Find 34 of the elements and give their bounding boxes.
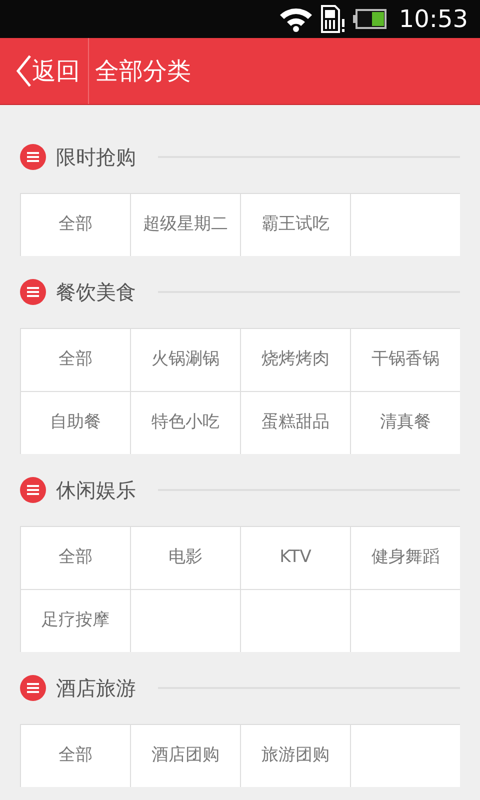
category-item[interactable]: 干锅香锅	[351, 329, 460, 391]
sim-card-icon	[320, 5, 345, 33]
category-item[interactable]: KTV	[241, 527, 350, 589]
category-item[interactable]: 旅游团购	[241, 725, 350, 787]
category-item[interactable]: 全部	[21, 329, 130, 391]
battery-icon	[352, 9, 387, 29]
page-title: 全部分类	[94, 56, 191, 87]
category-item[interactable]: 特色小吃	[131, 392, 240, 454]
category-item[interactable]: 蛋糕甜品	[241, 392, 350, 454]
section-title: 餐饮美食	[56, 279, 136, 306]
category-item[interactable]: 火锅涮锅	[131, 329, 240, 391]
list-icon	[20, 675, 46, 701]
back-button[interactable]: 返回	[0, 38, 88, 104]
section-title: 休闲娱乐	[56, 477, 136, 504]
category-item[interactable]: 自助餐	[21, 392, 130, 454]
section-title: 限时抢购	[56, 144, 136, 171]
category-item[interactable]: 超级星期二	[131, 194, 240, 256]
category-item[interactable]: 全部	[21, 725, 130, 787]
category-item[interactable]: 酒店团购	[131, 725, 240, 787]
category-item[interactable]: 健身舞蹈	[351, 527, 460, 589]
category-item[interactable]: 足疗按摩	[21, 590, 130, 652]
category-item[interactable]: 霸王试吃	[241, 194, 350, 256]
category-item[interactable]: 全部	[21, 527, 130, 589]
back-chevron-icon	[16, 55, 32, 87]
category-item[interactable]: 电影	[131, 527, 240, 589]
clock-time: 10:53	[398, 4, 468, 35]
category-item[interactable]: 烧烤烤肉	[241, 329, 350, 391]
list-icon	[20, 144, 46, 170]
category-item[interactable]: 清真餐	[351, 392, 460, 454]
list-icon	[20, 279, 46, 305]
wifi-icon	[278, 6, 313, 32]
section-title: 酒店旅游	[56, 675, 136, 702]
category-item[interactable]: 全部	[21, 194, 130, 256]
list-icon	[20, 477, 46, 503]
